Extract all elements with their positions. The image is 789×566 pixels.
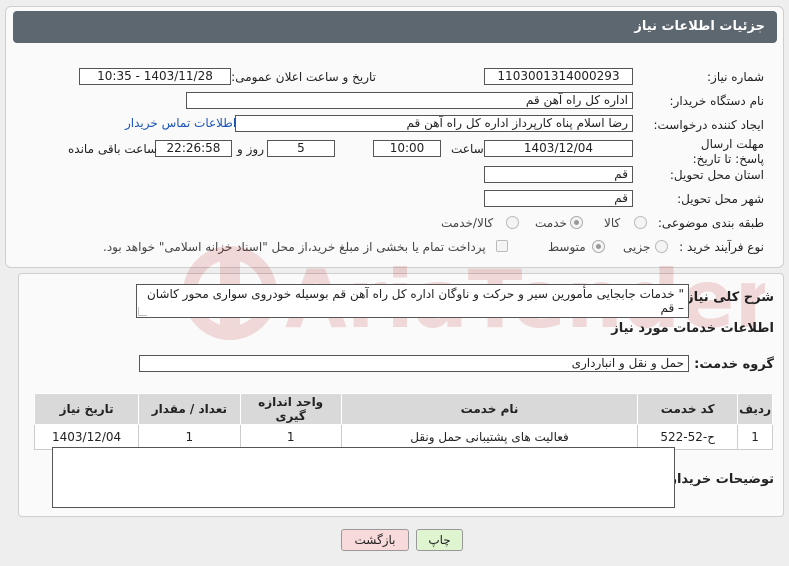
resize-handle-icon[interactable] — [138, 307, 147, 316]
buyer-notes-label: توضیحات خریدار: — [664, 472, 774, 487]
service-group-field[interactable]: حمل و نقل و انبارداری — [139, 355, 689, 372]
cell-service-name: فعالیت های پشتیبانی حمل ونقل — [340, 424, 639, 450]
deadline-time-field[interactable]: 10:00 — [373, 140, 441, 157]
back-button[interactable]: بازگشت — [341, 529, 409, 551]
col-quantity: تعداد / مقدار — [138, 393, 241, 425]
col-need-date: تاریخ نیاز — [33, 393, 140, 425]
col-unit: واحد اندازه گیری — [239, 393, 342, 425]
summary-label: شرح کلی نیاز: — [680, 290, 774, 305]
table-row: 1 ح-52-522 فعالیت های پشتیبانی حمل ونقل … — [33, 424, 773, 450]
creator-field[interactable]: رضا اسلام پناه کارپرداز اداره کل راه آهن… — [235, 115, 633, 132]
announce-date-label: تاریخ و ساعت اعلان عمومی: — [231, 70, 376, 84]
remaining-time-field[interactable]: 22:26:58 — [155, 140, 232, 157]
announce-date-field[interactable]: 1403/11/28 - 10:35 — [79, 68, 231, 85]
buyer-notes-field[interactable] — [52, 447, 675, 508]
remaining-time-label: ساعت باقی مانده — [68, 142, 158, 156]
province-field[interactable]: قم — [484, 166, 633, 183]
category-radio-goods-service[interactable] — [506, 216, 519, 229]
days-field[interactable]: 5 — [267, 140, 335, 157]
cell-unit: 1 — [239, 424, 342, 450]
service-group-label: گروه خدمت: — [694, 357, 774, 372]
creator-label: ایجاد کننده درخواست: — [653, 118, 764, 132]
panel-header: جزئیات اطلاعات نیاز — [13, 11, 777, 43]
category-radio-service[interactable] — [570, 216, 583, 229]
col-row-number: ردیف — [737, 393, 773, 425]
need-number-label: شماره نیاز: — [707, 70, 764, 84]
days-label: روز و — [237, 142, 264, 156]
summary-field[interactable]: " خدمات جابجایی مأمورین سیر و حرکت و ناو… — [136, 284, 689, 318]
deadline-date-field[interactable]: 1403/12/04 — [484, 140, 633, 157]
buyer-org-field[interactable]: اداره کل راه آهن قم — [186, 92, 633, 109]
category-option-service: خدمت — [535, 216, 567, 230]
category-radio-goods[interactable] — [634, 216, 647, 229]
category-option-goods: کالا — [604, 216, 621, 230]
process-radio-minor[interactable] — [655, 240, 668, 253]
treasury-payment-checkbox[interactable] — [496, 240, 508, 252]
print-button[interactable]: چاپ — [416, 529, 463, 551]
cell-quantity: 1 — [138, 424, 241, 450]
province-label: استان محل تحویل: — [669, 168, 764, 182]
deadline-label: مهلت ارسال پاسخ: تا تاریخ: — [692, 137, 764, 166]
need-number-field[interactable]: 1103001314000293 — [484, 68, 633, 85]
process-option-minor: جزیی — [623, 240, 651, 254]
deadline-time-label: ساعت — [451, 142, 484, 156]
cell-service-code: ح-52-522 — [637, 424, 739, 450]
process-radio-medium[interactable] — [592, 240, 605, 253]
table-header-row: ردیف کد خدمت نام خدمت واحد اندازه گیری ت… — [33, 393, 773, 425]
buyer-org-label: نام دستگاه خریدار: — [669, 94, 765, 108]
buyer-contact-link[interactable]: اطلاعات تماس خریدار — [125, 116, 236, 130]
services-table: ردیف کد خدمت نام خدمت واحد اندازه گیری ت… — [33, 393, 773, 450]
col-service-code: کد خدمت — [637, 393, 739, 425]
cell-row-number: 1 — [737, 424, 773, 450]
cell-need-date: 1403/12/04 — [33, 424, 140, 450]
panel-title: جزئیات اطلاعات نیاز — [634, 19, 765, 34]
city-field[interactable]: قم — [484, 190, 633, 207]
col-service-name: نام خدمت — [340, 393, 639, 425]
category-label: طبقه بندی موضوعی: — [657, 216, 764, 230]
services-section-title: اطلاعات خدمات مورد نیاز — [611, 321, 774, 336]
process-option-medium: متوسط — [548, 240, 586, 254]
category-option-goods-service: کالا/خدمت — [441, 216, 494, 230]
process-label: نوع فرآیند خرید : — [679, 240, 764, 254]
city-label: شهر محل تحویل: — [677, 192, 764, 206]
treasury-payment-note: پرداخت تمام یا بخشی از مبلغ خرید،از محل … — [103, 240, 486, 254]
